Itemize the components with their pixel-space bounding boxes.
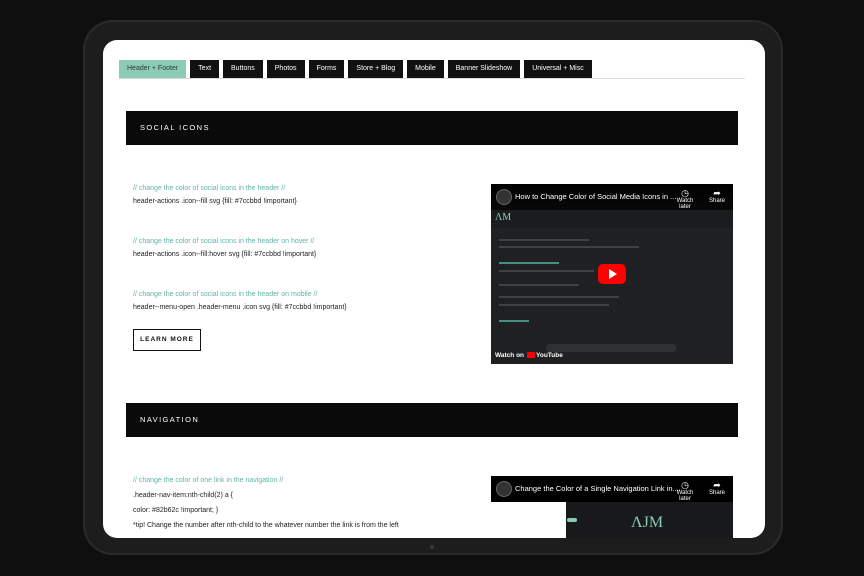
share-icon: ➦	[713, 480, 721, 490]
learn-more-button[interactable]: LEARN MORE	[133, 329, 201, 351]
code-comment: // change the color of social icons in t…	[133, 291, 318, 298]
video-title[interactable]: Change the Color of a Single Navigation …	[515, 484, 679, 493]
nav-pill	[567, 518, 577, 522]
tab-bar: Header + Footer Text Buttons Photos Form…	[119, 60, 745, 79]
video-site-header	[491, 210, 733, 228]
tablet-camera-dot	[430, 545, 434, 549]
tab-text[interactable]: Text	[190, 60, 220, 78]
video-text-line	[499, 304, 609, 306]
watch-later-button[interactable]: ◷ Watch later	[671, 480, 699, 502]
site-logo: ΛM	[495, 212, 512, 223]
tab-store-blog[interactable]: Store + Blog	[348, 60, 404, 78]
site-logo: ΛJM	[631, 514, 664, 531]
video-text-line	[499, 296, 619, 298]
code-comment: // change the color of one link in the n…	[133, 477, 284, 484]
navigation-video-embed[interactable]: Change the Color of a Single Navigation …	[491, 476, 733, 538]
watch-later-button[interactable]: ◷ Watch later	[671, 188, 699, 210]
code-comment: // change the color of social icons in t…	[133, 185, 286, 192]
channel-avatar[interactable]	[496, 189, 512, 205]
tab-banner-slideshow[interactable]: Banner Slideshow	[447, 60, 521, 78]
share-button[interactable]: ➦ Share	[703, 480, 731, 496]
youtube-icon	[527, 352, 536, 359]
video-text-line	[499, 262, 559, 264]
code-line: .header-nav-item:nth-child(2) a {	[133, 492, 233, 499]
video-sidebar	[491, 502, 566, 538]
tab-photos[interactable]: Photos	[266, 60, 305, 78]
code-comment: // change the color of social icons in t…	[133, 238, 315, 245]
social-code-2: // change the color of social icons in t…	[133, 237, 473, 259]
video-text-line	[499, 284, 579, 286]
social-video-embed[interactable]: ΛM How to Change Color of Social Media I…	[491, 184, 733, 364]
tab-buttons[interactable]: Buttons	[223, 60, 263, 78]
code-line: header--menu-open .header-menu .icon svg…	[133, 304, 347, 311]
navigation-heading: NAVIGATION	[126, 403, 738, 437]
video-text-line	[499, 270, 594, 272]
video-text-line	[499, 239, 589, 241]
social-code-3: // change the color of social icons in t…	[133, 290, 473, 312]
share-icon: ➦	[713, 188, 721, 198]
code-line: header-actions .icon--fill svg {fill: #7…	[133, 198, 297, 205]
clock-icon: ◷	[681, 480, 689, 490]
play-button[interactable]	[598, 264, 626, 284]
tip-text: *tip! Change the number after nth-child …	[133, 522, 399, 529]
tab-universal-misc[interactable]: Universal + Misc	[524, 60, 592, 78]
tablet-screen: Header + Footer Text Buttons Photos Form…	[103, 40, 765, 538]
clock-icon: ◷	[681, 188, 689, 198]
social-icons-heading: SOCIAL ICONS	[126, 111, 738, 145]
video-text-line	[499, 246, 639, 248]
watch-on-youtube[interactable]: Watch on YouTube	[495, 352, 563, 359]
tab-forms[interactable]: Forms	[308, 60, 345, 78]
video-text-line	[499, 320, 529, 322]
social-code-1: // change the color of social icons in t…	[133, 184, 473, 206]
video-dock-bar	[546, 344, 676, 352]
nav-code: // change the color of one link in the n…	[133, 476, 483, 530]
tab-mobile[interactable]: Mobile	[407, 60, 444, 78]
code-line: color: #82b62c !important; }	[133, 507, 219, 514]
code-line: header-actions .icon--fill:hover svg {fi…	[133, 251, 317, 258]
channel-avatar[interactable]	[496, 481, 512, 497]
video-title[interactable]: How to Change Color of Social Media Icon…	[515, 192, 676, 201]
share-button[interactable]: ➦ Share	[703, 188, 731, 204]
tab-header-footer[interactable]: Header + Footer	[119, 60, 187, 78]
